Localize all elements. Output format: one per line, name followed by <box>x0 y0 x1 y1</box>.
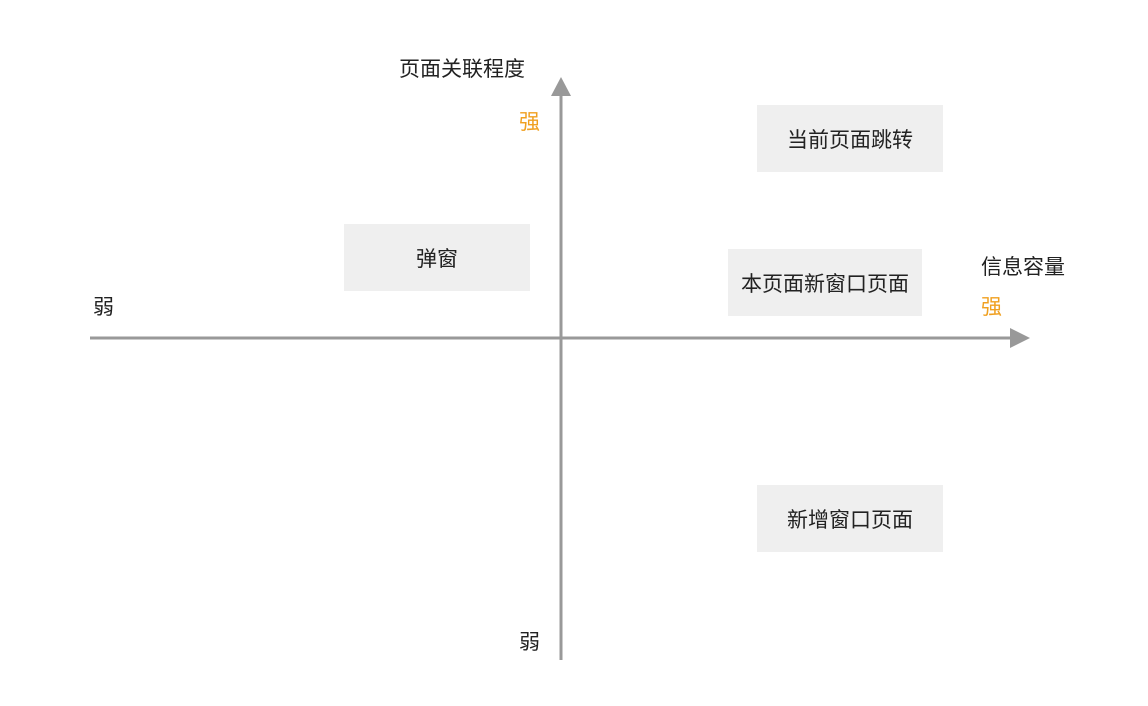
box-popup: 弹窗 <box>344 224 530 291</box>
box-new-window-this-page: 本页面新窗口页面 <box>728 249 922 316</box>
y-axis-arrowhead <box>551 77 571 96</box>
x-axis-low-label: 弱 <box>93 295 114 319</box>
box-add-new-window-page: 新增窗口页面 <box>757 485 943 552</box>
x-axis-arrowhead <box>1010 328 1030 348</box>
y-axis-high-label: 强 <box>519 110 540 134</box>
x-axis-high-label: 强 <box>981 295 1002 319</box>
quadrant-diagram: 页面关联程度 强 弱 信息容量 强 弱 当前页面跳转 弹窗 本页面新窗口页面 新… <box>0 0 1148 706</box>
box-current-page-jump: 当前页面跳转 <box>757 105 943 172</box>
axes <box>90 77 1030 660</box>
x-axis-title: 信息容量 <box>981 255 1065 279</box>
y-axis-title: 页面关联程度 <box>399 57 525 81</box>
y-axis-low-label: 弱 <box>519 630 540 654</box>
